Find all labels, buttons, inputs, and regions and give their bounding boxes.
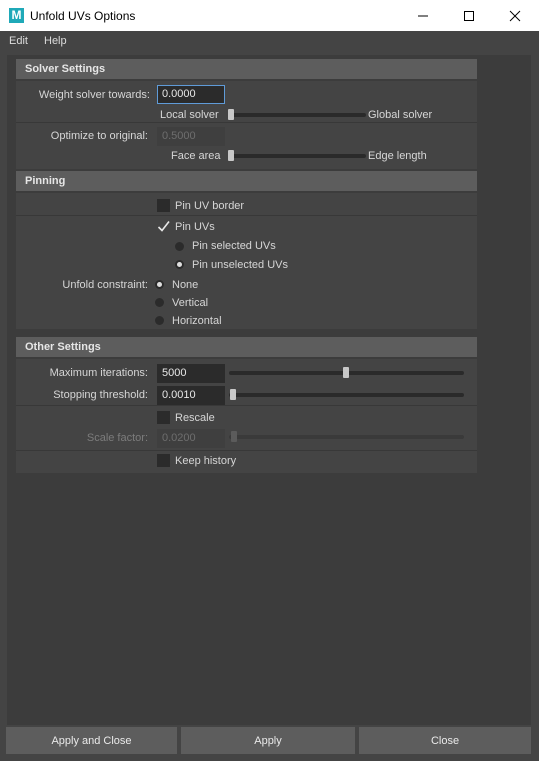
apply-and-close-button[interactable]: Apply and Close (6, 727, 177, 754)
stopping-threshold-slider[interactable] (229, 393, 464, 397)
scale-factor-slider[interactable] (229, 435, 464, 439)
pin-selected-uvs-label: Pin selected UVs (192, 240, 276, 252)
pin-selected-uvs-radio[interactable] (175, 242, 184, 251)
apply-button[interactable]: Apply (181, 727, 355, 754)
face-area-label: Face area (171, 150, 221, 162)
scale-factor-label: Scale factor: (86, 432, 148, 444)
weight-solver-label: Weight solver towards: (38, 89, 150, 101)
optimize-slider-handle[interactable] (228, 150, 234, 161)
keep-history-label: Keep history (175, 455, 237, 467)
unfold-constraint-label: Unfold constraint: (62, 279, 148, 291)
close-button[interactable]: Close (359, 727, 531, 754)
pin-uvs-checkbox[interactable] (157, 220, 170, 233)
constraint-vertical-radio[interactable] (155, 298, 164, 307)
stopping-threshold-label: Stopping threshold: (53, 389, 148, 401)
constraint-horizontal-label: Horizontal (172, 315, 222, 327)
max-iterations-slider-handle[interactable] (343, 367, 349, 378)
section-header-other-settings[interactable]: Other Settings (16, 337, 477, 357)
keep-history-checkbox[interactable] (157, 454, 170, 467)
constraint-none-radio[interactable] (155, 280, 164, 289)
scale-factor-field[interactable]: 0.0200 (157, 429, 225, 448)
rescale-checkbox[interactable] (157, 411, 170, 424)
weight-solver-slider[interactable] (228, 113, 366, 117)
maya-app-icon: M (9, 8, 24, 23)
menu-help[interactable]: Help (44, 35, 67, 47)
divider (16, 450, 477, 451)
scale-factor-slider-handle[interactable] (231, 431, 237, 442)
weight-solver-slider-handle[interactable] (228, 109, 234, 120)
constraint-vertical-label: Vertical (172, 297, 209, 309)
divider (16, 405, 477, 406)
close-window-button[interactable] (492, 0, 538, 31)
options-panel: Solver Settings Weight solver towards: 0… (7, 55, 531, 725)
minimize-icon (418, 15, 428, 16)
max-iterations-label: Maximum iterations: (49, 367, 148, 379)
divider (16, 215, 477, 216)
minimize-button[interactable] (400, 0, 446, 31)
max-iterations-field[interactable]: 5000 (157, 364, 225, 383)
checkmark-icon (157, 221, 170, 232)
divider (16, 122, 477, 123)
maximize-icon (464, 10, 474, 21)
optimize-label: Optimize to original: (50, 130, 148, 142)
close-icon (509, 10, 521, 21)
constraint-horizontal-radio[interactable] (155, 316, 164, 325)
optimize-slider[interactable] (228, 154, 366, 158)
rescale-label: Rescale (175, 412, 215, 424)
menu-bar: Edit Help (0, 31, 539, 52)
local-solver-label: Local solver (160, 109, 219, 121)
constraint-none-label: None (172, 279, 199, 291)
weight-solver-field[interactable]: 0.0000 (157, 85, 225, 104)
stopping-threshold-slider-handle[interactable] (230, 389, 236, 400)
section-header-pinning[interactable]: Pinning (16, 171, 477, 191)
pin-uvs-label: Pin UVs (175, 221, 215, 233)
global-solver-label: Global solver (368, 109, 433, 121)
pin-unselected-uvs-radio[interactable] (175, 260, 184, 269)
pin-unselected-uvs-label: Pin unselected UVs (192, 259, 288, 271)
optimize-field[interactable]: 0.5000 (157, 127, 225, 146)
section-header-solver-settings[interactable]: Solver Settings (16, 59, 477, 79)
title-bar: M Unfold UVs Options (0, 0, 539, 31)
edge-length-label: Edge length (368, 150, 427, 162)
menu-edit[interactable]: Edit (9, 35, 28, 47)
pin-uv-border-checkbox[interactable] (157, 199, 170, 212)
window-title: Unfold UVs Options (30, 9, 136, 23)
stopping-threshold-field[interactable]: 0.0010 (157, 386, 225, 405)
pin-uv-border-label: Pin UV border (175, 200, 245, 212)
maximize-button[interactable] (446, 0, 492, 31)
